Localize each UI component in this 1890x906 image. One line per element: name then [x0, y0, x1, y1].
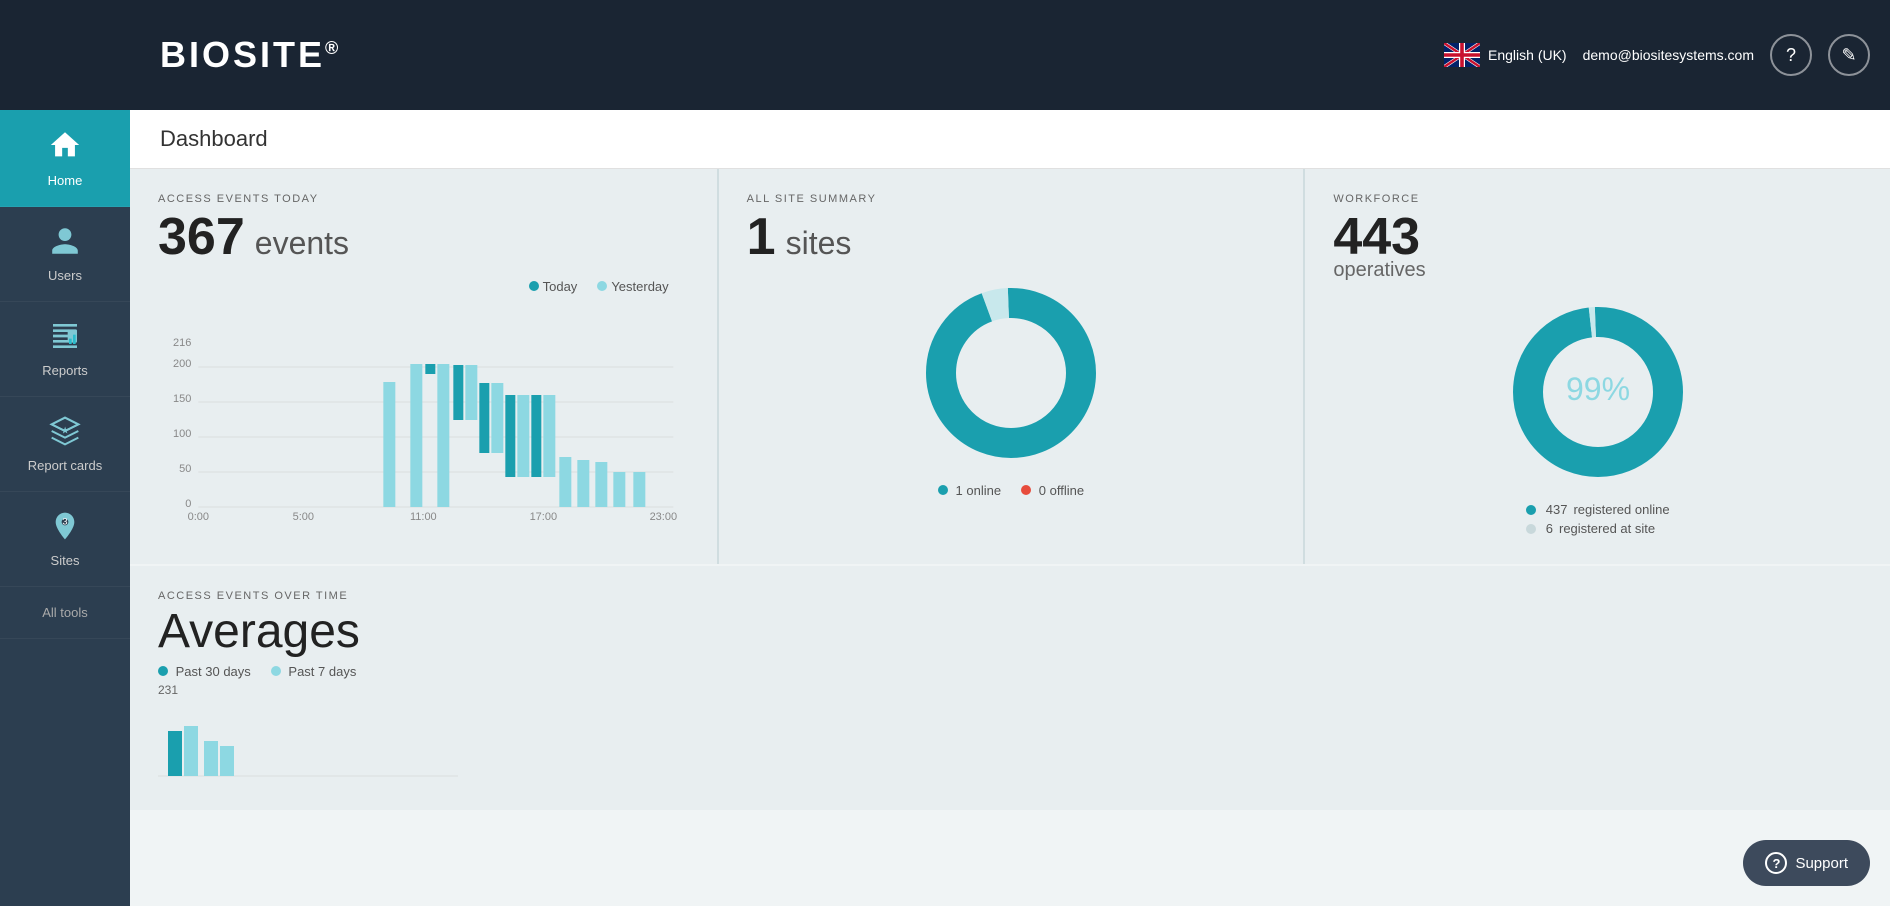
- workforce-pct-text: 99%: [1566, 371, 1630, 407]
- svg-text:150: 150: [173, 393, 191, 405]
- report-cards-icon: ★: [49, 415, 81, 454]
- logo: BIOSITE®: [160, 34, 341, 76]
- content-area: Dashboard ACCESS EVENTS TODAY 367 events…: [130, 110, 1890, 906]
- chart-legend: Today Yesterday: [158, 279, 669, 294]
- access-events-count: 367: [158, 211, 245, 263]
- logo-reg: ®: [325, 38, 341, 58]
- sidebar-item-report-cards[interactable]: ★ Report cards: [0, 397, 130, 492]
- users-icon: [49, 225, 81, 264]
- svg-text:200: 200: [173, 358, 191, 370]
- avg-chart-top-label: 231: [158, 683, 1862, 697]
- svg-text:216: 216: [173, 337, 191, 349]
- sites-icon: 3: [49, 510, 81, 549]
- svg-text:0: 0: [185, 498, 191, 510]
- svg-text:3: 3: [62, 517, 67, 527]
- access-events-panel: ACCESS EVENTS TODAY 367 events Today Yes…: [130, 169, 717, 564]
- sidebar-label-home: Home: [48, 173, 83, 188]
- sidebar-item-users[interactable]: Users: [0, 207, 130, 302]
- access-events-unit: events: [255, 225, 349, 262]
- online-legend: 1 online: [938, 483, 1001, 498]
- user-button[interactable]: ✎: [1828, 34, 1870, 76]
- uk-flag-icon: [1444, 43, 1480, 67]
- workforce-label: WORKFORCE: [1333, 193, 1862, 205]
- workforce-legend: 437 registered online 6 registered at si…: [1526, 502, 1670, 540]
- operatives-label: operatives: [1333, 259, 1862, 282]
- svg-text:100: 100: [173, 428, 191, 440]
- page-title: Dashboard: [130, 110, 1890, 169]
- site-donut-legend: 1 online 0 offline: [938, 483, 1084, 498]
- support-button[interactable]: ? Support: [1743, 840, 1870, 886]
- bar-chart-area: Today Yesterday 0 50 100 150 200 216: [158, 279, 689, 527]
- access-events-label: ACCESS EVENTS TODAY: [158, 193, 689, 205]
- sidebar-item-sites[interactable]: 3 Sites: [0, 492, 130, 587]
- header: BIOSITE® English (UK) demo@biositesystem…: [0, 0, 1890, 110]
- workforce-donut-area: 99% 437 registered online 6 registered a…: [1333, 292, 1862, 540]
- all-site-summary-panel: ALL SITE SUMMARY 1 sites 1: [717, 169, 1304, 564]
- user-email: demo@biositesystems.com: [1583, 47, 1754, 63]
- sidebar: Home Users Reports ★ Report cards 3 Site…: [0, 110, 130, 906]
- support-label: Support: [1795, 855, 1848, 872]
- svg-text:5:00: 5:00: [293, 511, 314, 522]
- legend-7-days: Past 7 days: [271, 664, 357, 679]
- reports-icon: [49, 320, 81, 359]
- all-site-unit: sites: [786, 225, 852, 262]
- legend-today: Today: [529, 279, 578, 294]
- sidebar-item-home[interactable]: Home: [0, 110, 130, 207]
- averages-panel: ACCESS EVENTS OVER TIME Averages Past 30…: [130, 566, 1890, 810]
- registered-site-item: 6 registered at site: [1526, 521, 1670, 536]
- svg-text:11:00: 11:00: [410, 511, 437, 522]
- language-selector[interactable]: English (UK): [1444, 43, 1567, 67]
- header-right: English (UK) demo@biositesystems.com ? ✎: [1444, 34, 1870, 76]
- site-donut-chart: [911, 273, 1111, 473]
- offline-legend: 0 offline: [1021, 483, 1084, 498]
- sidebar-label-reports: Reports: [42, 363, 88, 378]
- sidebar-label-all-tools: All tools: [42, 605, 88, 620]
- language-label: English (UK): [1488, 47, 1567, 63]
- averages-chart-svg: [158, 701, 458, 781]
- sidebar-item-reports[interactable]: Reports: [0, 302, 130, 397]
- support-icon: ?: [1765, 852, 1787, 874]
- sidebar-item-all-tools[interactable]: All tools: [0, 587, 130, 639]
- all-site-label: ALL SITE SUMMARY: [747, 193, 1276, 205]
- svg-text:23:00: 23:00: [650, 511, 678, 522]
- legend-yesterday: Yesterday: [597, 279, 668, 294]
- workforce-panel: WORKFORCE 443 operatives 99%: [1303, 169, 1890, 564]
- averages-title: Averages: [158, 608, 1862, 656]
- site-donut-area: 1 online 0 offline: [747, 273, 1276, 498]
- workforce-donut-chart: 99%: [1498, 292, 1698, 492]
- sidebar-label-report-cards: Report cards: [28, 458, 102, 473]
- svg-text:17:00: 17:00: [530, 511, 558, 522]
- svg-text:50: 50: [179, 463, 191, 475]
- home-icon: [48, 128, 82, 169]
- registered-online-item: 437 registered online: [1526, 502, 1670, 517]
- bar-chart-svg: 0 50 100 150 200 216 0:00: [158, 302, 689, 522]
- all-site-count: 1: [747, 211, 776, 263]
- dashboard-grid: ACCESS EVENTS TODAY 367 events Today Yes…: [130, 169, 1890, 564]
- main-layout: Home Users Reports ★ Report cards 3 Site…: [0, 110, 1890, 906]
- svg-text:★: ★: [61, 426, 69, 436]
- workforce-count: 443: [1333, 211, 1420, 263]
- svg-text:0:00: 0:00: [188, 511, 209, 522]
- logo-text: BIOSITE: [160, 34, 325, 75]
- help-button[interactable]: ?: [1770, 34, 1812, 76]
- averages-label: ACCESS EVENTS OVER TIME: [158, 590, 1862, 602]
- sidebar-label-sites: Sites: [51, 553, 80, 568]
- legend-30-days: Past 30 days: [158, 664, 251, 679]
- sidebar-label-users: Users: [48, 268, 82, 283]
- averages-legend: Past 30 days Past 7 days: [158, 664, 1862, 679]
